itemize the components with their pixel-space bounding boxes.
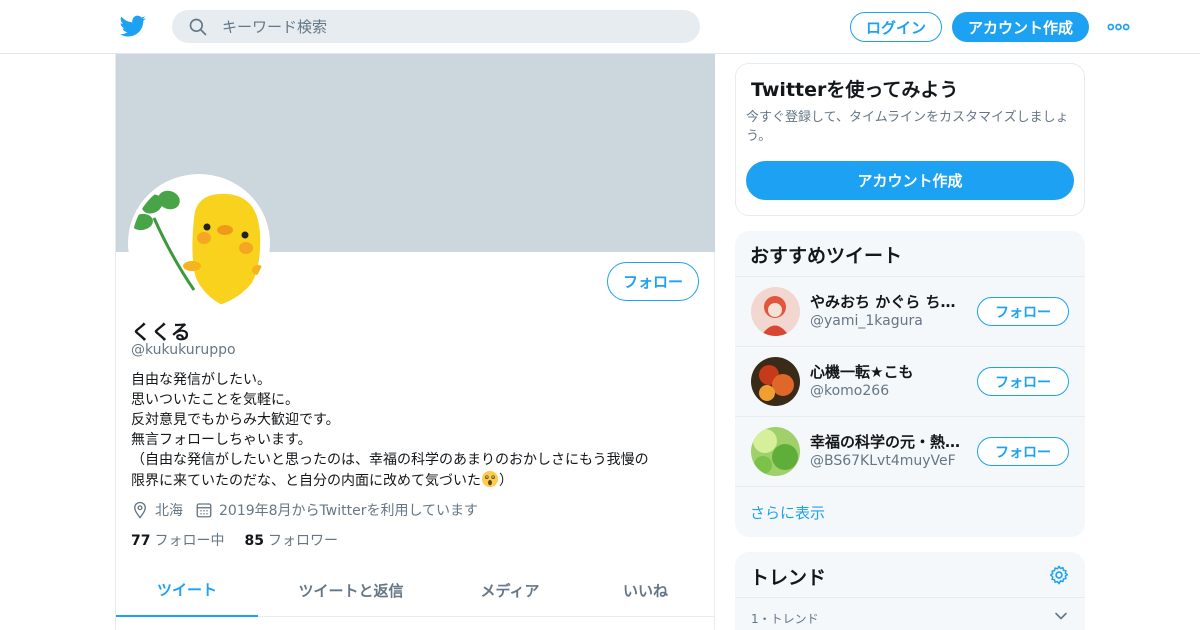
top-navigation-bar: ログイン アカウント作成 xyxy=(0,0,1200,54)
followers-count: 85 xyxy=(244,533,264,549)
followers-stat[interactable]: 85 フォロワー xyxy=(244,530,337,550)
followers-label: フォロワー xyxy=(267,533,338,549)
location-pin-icon xyxy=(134,501,146,519)
profile-handle: @kukukuruppo xyxy=(131,342,236,358)
account-handle: @BS67KLvt4muyVeF xyxy=(810,453,956,469)
follow-stats: 77 フォロー中 85 フォロワー xyxy=(131,530,358,550)
tab-media[interactable]: メディア xyxy=(444,564,576,617)
signup-button[interactable]: アカウント作成 xyxy=(952,12,1089,42)
profile-name: くくる xyxy=(131,320,191,344)
account-avatar[interactable] xyxy=(751,287,800,336)
follow-button[interactable]: フォロー xyxy=(977,437,1069,466)
more-options-icon[interactable] xyxy=(1107,18,1130,36)
recommended-title: おすすめツイート xyxy=(750,245,903,267)
trends-title: トレンド xyxy=(750,567,827,589)
bio-text: ） xyxy=(499,473,513,489)
bio-line: 無言フォローしちゃいます。 xyxy=(131,432,312,448)
follow-button[interactable]: フォロー xyxy=(607,262,699,301)
chick-clover-illustration xyxy=(132,190,264,306)
tab-tweets[interactable]: ツイート xyxy=(116,564,258,617)
login-button[interactable]: ログイン xyxy=(850,12,942,42)
follow-button[interactable]: フォロー xyxy=(977,367,1069,396)
bio-line: 自由な発信がしたい。 xyxy=(131,372,271,388)
search-box[interactable] xyxy=(172,10,700,43)
recommended-accounts-card: おすすめツイート やみおち かぐら ち… @yami_1kagura フォロー … xyxy=(735,231,1085,537)
join-card-text: 今すぐ登録して、タイムラインをカスタマイズしましょう。 xyxy=(746,110,1069,144)
profile-bio: 自由な発信がしたい。 思いついたことを気軽に。 反対意見でもからみ大歓迎です。 … xyxy=(131,370,701,491)
calendar-icon xyxy=(196,503,212,518)
trends-card: トレンド 1・トレンド xyxy=(735,552,1085,630)
account-avatar[interactable] xyxy=(751,427,800,476)
astonished-face-emoji-icon xyxy=(481,470,499,488)
account-handle: @komo266 xyxy=(810,383,890,399)
search-input[interactable] xyxy=(222,10,682,43)
bio-line: 思いついたことを気軽に。 xyxy=(131,392,299,408)
following-stat[interactable]: 77 フォロー中 xyxy=(131,530,224,550)
profile-avatar[interactable] xyxy=(128,174,270,312)
profile-tabs: ツイート ツイートと返信 メディア いいね xyxy=(116,564,715,617)
following-label: フォロー中 xyxy=(154,533,225,549)
trend-meta: 1・トレンド xyxy=(751,612,819,626)
recommended-account-row[interactable]: 幸福の科学の元・熱… @BS67KLvt4muyVeF フォロー xyxy=(735,416,1085,486)
show-more-link[interactable]: さらに表示 xyxy=(750,502,825,523)
bio-text: 限界に来ていたのだな、と自分の内面に改めて気づいた xyxy=(131,473,481,489)
search-icon xyxy=(189,18,207,36)
account-name[interactable]: やみおち かぐら ち… xyxy=(810,291,970,312)
account-name[interactable]: 心機一転★こも xyxy=(810,361,970,382)
join-twitter-card: Twitterを使ってみよう 今すぐ登録して、タイムラインをカスタマイズしましょ… xyxy=(735,63,1085,216)
join-card-title: Twitterを使ってみよう xyxy=(751,79,959,101)
profile-column: フォロー くくる @kukukuruppo 自由な発信がしたい。 思いついたこと… xyxy=(115,54,715,630)
profile-join-date: 2019年8月からTwitterを利用しています xyxy=(219,503,479,519)
account-handle: @yami_1kagura xyxy=(810,313,923,329)
tab-likes[interactable]: いいね xyxy=(576,564,715,617)
bio-line: 反対意見でもからみ大歓迎です。 xyxy=(131,412,340,428)
tab-tweets-and-replies[interactable]: ツイートと返信 xyxy=(258,564,444,617)
following-count: 77 xyxy=(131,533,151,549)
trend-item[interactable]: 1・トレンド xyxy=(735,597,1085,626)
follow-button[interactable]: フォロー xyxy=(977,297,1069,326)
chevron-down-icon[interactable] xyxy=(1053,608,1069,624)
profile-location: 北海 xyxy=(155,503,183,519)
profile-meta: 北海 2019年8月からTwitterを利用しています xyxy=(131,500,478,520)
recommended-account-row[interactable]: 心機一転★こも @komo266 フォロー xyxy=(735,346,1085,416)
bio-line: 限界に来ていたのだな、と自分の内面に改めて気づいた ） xyxy=(131,470,701,491)
twitter-bird-icon[interactable] xyxy=(120,13,146,39)
gear-icon[interactable] xyxy=(1048,564,1070,586)
account-name[interactable]: 幸福の科学の元・熱… xyxy=(810,431,970,452)
account-avatar[interactable] xyxy=(751,357,800,406)
bio-line: （自由な発信がしたいと思ったのは、幸福の科学のあまりのおかしさにもう我慢の xyxy=(131,452,649,468)
join-card-signup-button[interactable]: アカウント作成 xyxy=(746,161,1074,200)
recommended-account-row[interactable]: やみおち かぐら ち… @yami_1kagura フォロー xyxy=(735,276,1085,346)
